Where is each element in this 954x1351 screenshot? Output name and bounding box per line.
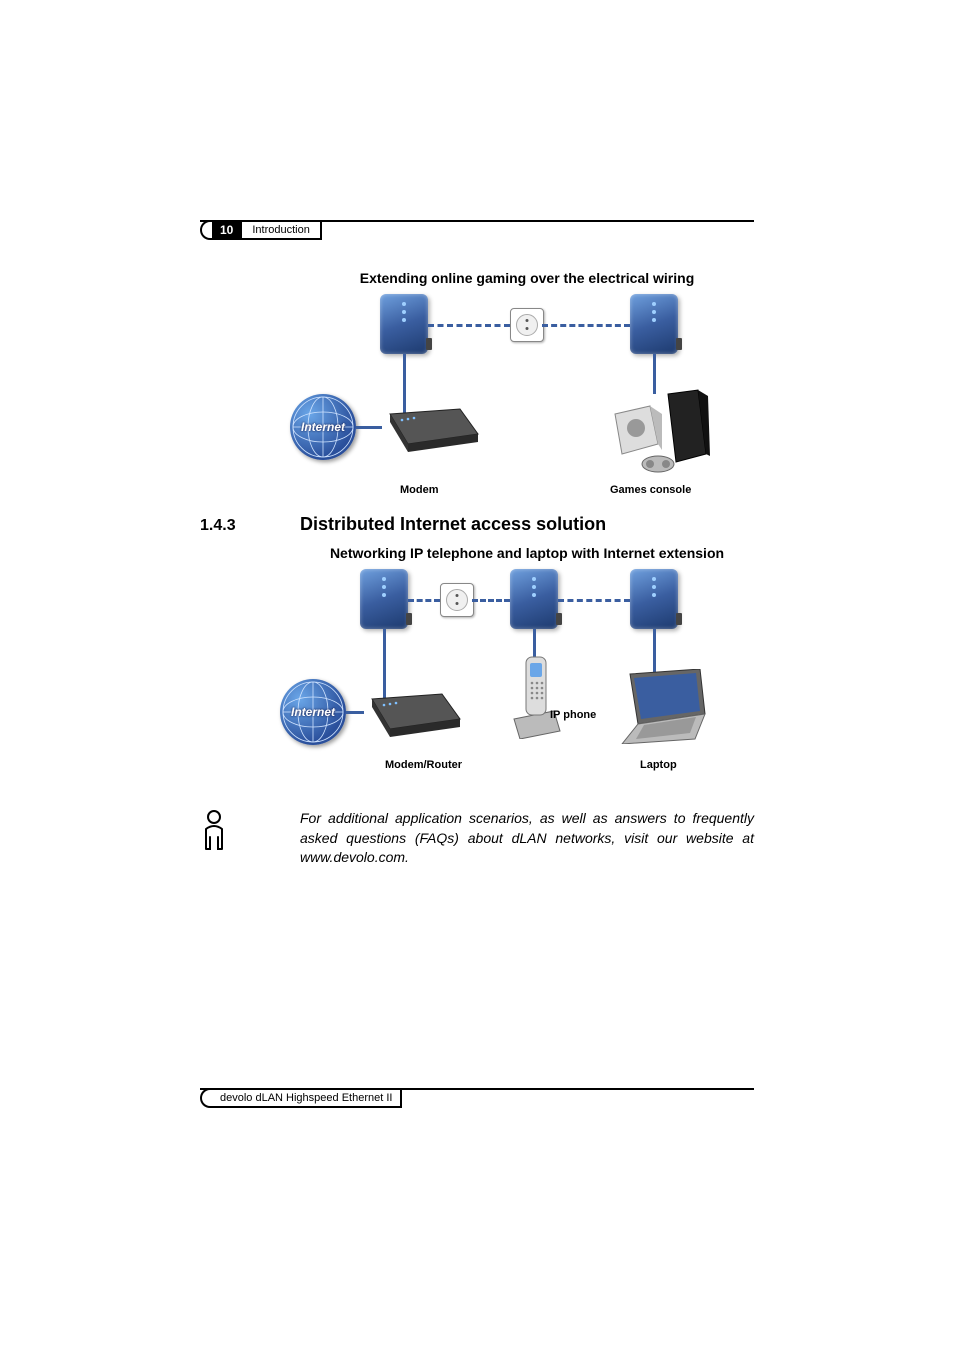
section-number: 1.4.3 [200, 517, 300, 535]
dlan-adapter-icon [360, 569, 408, 629]
page-number: 10 [212, 220, 241, 240]
internet-label: Internet [291, 705, 335, 719]
power-outlet-icon [510, 308, 544, 342]
console-label: Games console [610, 484, 691, 496]
power-outlet-icon [440, 583, 474, 617]
laptop-icon [610, 669, 710, 744]
footer-product-name: devolo dLAN Highspeed Ethernet II [212, 1088, 402, 1108]
powerline-link [428, 324, 510, 327]
chapter-name: Introduction [241, 220, 321, 240]
diagram-ipphone-laptop: Internet [300, 569, 720, 769]
dlan-adapter-icon [630, 294, 678, 354]
internet-label: Internet [301, 420, 345, 434]
internet-globe-icon: Internet [280, 679, 346, 745]
dlan-adapter-icon [630, 569, 678, 629]
ip-phone-label: IP phone [550, 709, 596, 721]
games-console-icon [610, 384, 710, 474]
powerline-link [542, 324, 630, 327]
footer-bracket [200, 1088, 212, 1108]
powerline-link [558, 599, 630, 602]
modem-label: Modem [400, 484, 439, 496]
modem-router-icon [362, 689, 462, 739]
diagram2-caption: Networking IP telephone and laptop with … [300, 545, 754, 561]
ip-phone-icon [512, 649, 562, 739]
diagram1-caption: Extending online gaming over the electri… [300, 270, 754, 286]
info-person-icon [200, 809, 300, 868]
dlan-adapter-icon [510, 569, 558, 629]
section-title: Distributed Internet access solution [300, 514, 606, 535]
header-bracket [200, 220, 212, 240]
diagram-gaming: Internet [300, 294, 720, 494]
dlan-adapter-icon [380, 294, 428, 354]
header-box: 10 Introduction [200, 220, 322, 240]
modem-router-label: Modem/Router [385, 759, 462, 771]
powerline-link [472, 599, 510, 602]
modem-icon [380, 404, 480, 454]
powerline-link [408, 599, 440, 602]
footer-box: devolo dLAN Highspeed Ethernet II [200, 1088, 402, 1108]
wan-cable [356, 426, 382, 429]
internet-globe-icon: Internet [290, 394, 356, 460]
note-text: For additional application scenarios, as… [300, 809, 754, 868]
laptop-label: Laptop [640, 759, 677, 771]
